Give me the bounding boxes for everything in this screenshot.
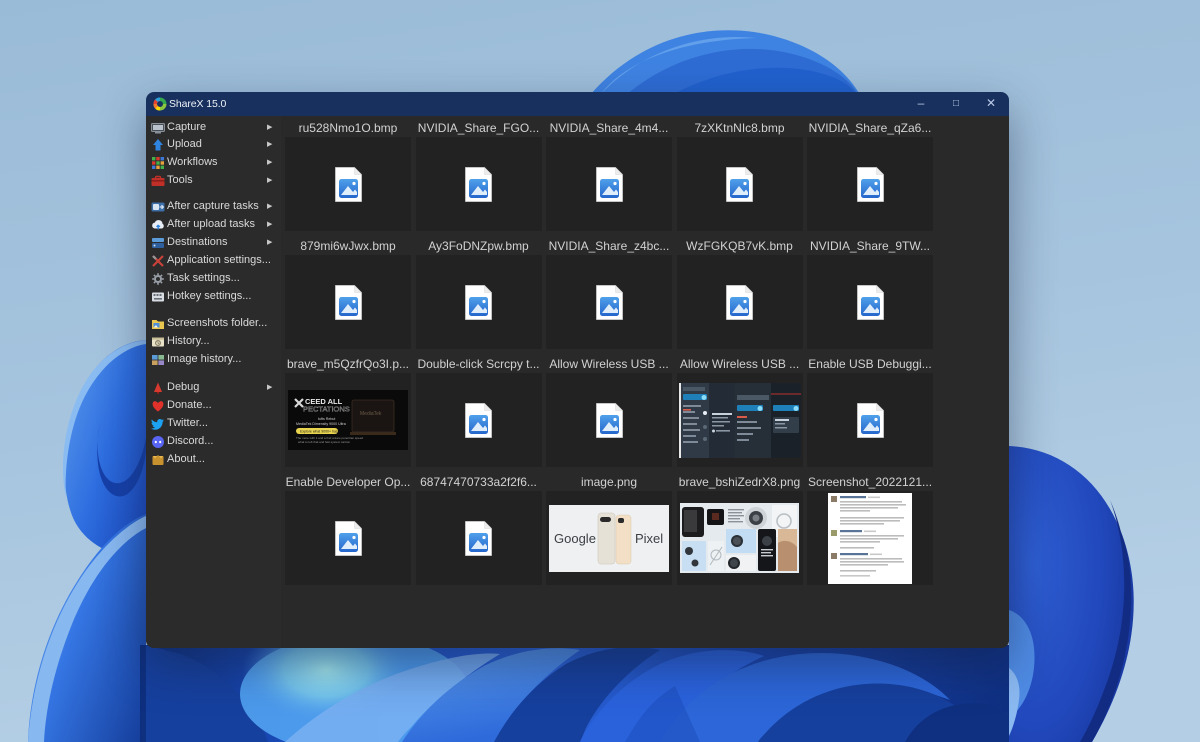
svg-text:MediaTek Dimensity 9000 Ultra: MediaTek Dimensity 9000 Ultra <box>296 422 346 426</box>
svg-text:Google: Google <box>554 531 596 546</box>
svg-text:MediaTek: MediaTek <box>360 411 382 417</box>
svg-text:what to left that and fast sys: what to left that and fast system tontio… <box>298 440 350 444</box>
svg-text:PECTATIONS: PECTATIONS <box>303 405 350 414</box>
svg-text:Explore what 9000+ has: Explore what 9000+ has <box>300 430 338 434</box>
svg-text:Pixel: Pixel <box>635 531 663 546</box>
svg-text:tufts Rebut: tufts Rebut <box>318 417 335 421</box>
